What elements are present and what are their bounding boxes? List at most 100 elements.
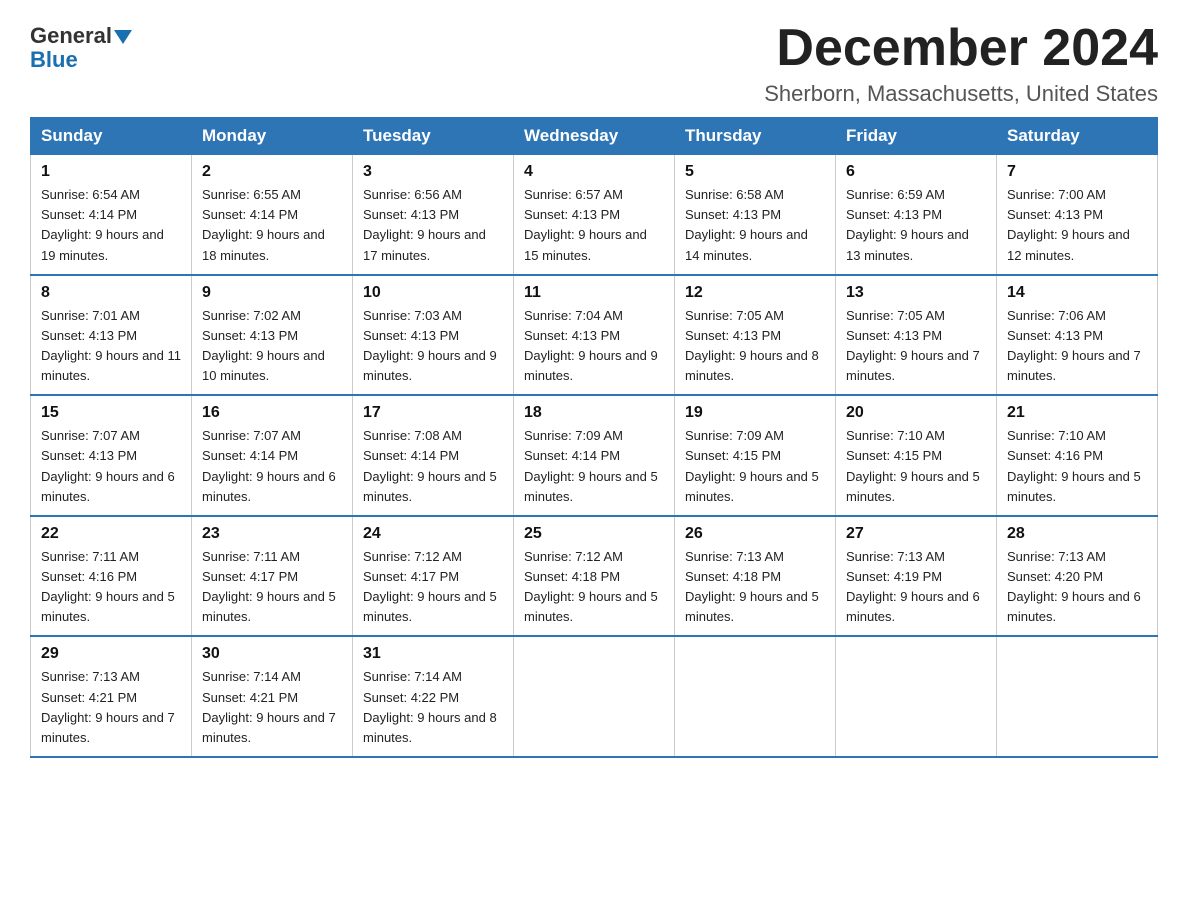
day-info: Sunrise: 7:14 AMSunset: 4:22 PMDaylight:… [363,667,503,748]
day-info: Sunrise: 7:04 AMSunset: 4:13 PMDaylight:… [524,306,664,387]
day-info: Sunrise: 7:01 AMSunset: 4:13 PMDaylight:… [41,306,181,387]
day-info: Sunrise: 7:13 AMSunset: 4:21 PMDaylight:… [41,667,181,748]
day-info: Sunrise: 6:58 AMSunset: 4:13 PMDaylight:… [685,185,825,266]
calendar-day-cell: 12 Sunrise: 7:05 AMSunset: 4:13 PMDayligh… [675,275,836,396]
day-number: 3 [363,163,503,181]
calendar-day-cell: 3 Sunrise: 6:56 AMSunset: 4:13 PMDaylight… [353,155,514,275]
day-number: 13 [846,284,986,302]
calendar-week-row: 29 Sunrise: 7:13 AMSunset: 4:21 PMDayligh… [31,636,1158,757]
calendar-day-cell: 7 Sunrise: 7:00 AMSunset: 4:13 PMDaylight… [997,155,1158,275]
day-number: 19 [685,404,825,422]
calendar-day-cell: 19 Sunrise: 7:09 AMSunset: 4:15 PMDayligh… [675,395,836,516]
day-info: Sunrise: 7:10 AMSunset: 4:16 PMDaylight:… [1007,426,1147,507]
location-title: Sherborn, Massachusetts, United States [764,81,1158,107]
day-info: Sunrise: 7:05 AMSunset: 4:13 PMDaylight:… [846,306,986,387]
calendar-day-cell: 8 Sunrise: 7:01 AMSunset: 4:13 PMDaylight… [31,275,192,396]
calendar-week-row: 15 Sunrise: 7:07 AMSunset: 4:13 PMDayligh… [31,395,1158,516]
day-info: Sunrise: 7:13 AMSunset: 4:20 PMDaylight:… [1007,547,1147,628]
calendar-week-row: 22Sunrise: 7:11 AMSunset: 4:16 PMDayligh… [31,516,1158,637]
day-number: 23 [202,525,342,543]
day-number: 2 [202,163,342,181]
day-number: 17 [363,404,503,422]
day-info: Sunrise: 7:02 AMSunset: 4:13 PMDaylight:… [202,306,342,387]
day-number: 20 [846,404,986,422]
day-number: 21 [1007,404,1147,422]
day-of-week-header: Friday [836,118,997,155]
calendar-day-cell [514,636,675,757]
calendar-day-cell: 1Sunrise: 6:54 AMSunset: 4:14 PMDaylight… [31,155,192,275]
calendar-day-cell: 10Sunrise: 7:03 AMSunset: 4:13 PMDayligh… [353,275,514,396]
day-info: Sunrise: 7:09 AMSunset: 4:15 PMDaylight:… [685,426,825,507]
calendar-day-cell: 15 Sunrise: 7:07 AMSunset: 4:13 PMDayligh… [31,395,192,516]
logo-line1: General [30,25,132,47]
day-info: Sunrise: 7:05 AMSunset: 4:13 PMDaylight:… [685,306,825,387]
day-info: Sunrise: 6:59 AMSunset: 4:13 PMDaylight:… [846,185,986,266]
day-info: Sunrise: 7:00 AMSunset: 4:13 PMDaylight:… [1007,185,1147,266]
day-of-week-header: Sunday [31,118,192,155]
calendar-day-cell: 18Sunrise: 7:09 AMSunset: 4:14 PMDayligh… [514,395,675,516]
day-info: Sunrise: 7:09 AMSunset: 4:14 PMDaylight:… [524,426,664,507]
calendar-day-cell: 4 Sunrise: 6:57 AMSunset: 4:13 PMDaylight… [514,155,675,275]
day-info: Sunrise: 6:54 AMSunset: 4:14 PMDaylight:… [41,185,181,266]
day-number: 4 [524,163,664,181]
calendar-table: SundayMondayTuesdayWednesdayThursdayFrid… [30,117,1158,758]
day-number: 12 [685,284,825,302]
day-info: Sunrise: 7:11 AMSunset: 4:16 PMDaylight:… [41,547,181,628]
day-number: 26 [685,525,825,543]
day-number: 16 [202,404,342,422]
calendar-week-row: 8 Sunrise: 7:01 AMSunset: 4:13 PMDaylight… [31,275,1158,396]
calendar-day-cell: 6 Sunrise: 6:59 AMSunset: 4:13 PMDaylight… [836,155,997,275]
calendar-day-cell [836,636,997,757]
day-info: Sunrise: 6:57 AMSunset: 4:13 PMDaylight:… [524,185,664,266]
calendar-day-cell: 13 Sunrise: 7:05 AMSunset: 4:13 PMDayligh… [836,275,997,396]
day-number: 29 [41,645,181,663]
day-info: Sunrise: 7:12 AMSunset: 4:18 PMDaylight:… [524,547,664,628]
day-number: 5 [685,163,825,181]
day-number: 24 [363,525,503,543]
day-number: 9 [202,284,342,302]
day-of-week-header: Thursday [675,118,836,155]
calendar-day-cell: 16 Sunrise: 7:07 AMSunset: 4:14 PMDayligh… [192,395,353,516]
calendar-day-cell: 27Sunrise: 7:13 AMSunset: 4:19 PMDayligh… [836,516,997,637]
calendar-day-cell: 21 Sunrise: 7:10 AMSunset: 4:16 PMDayligh… [997,395,1158,516]
day-of-week-header: Tuesday [353,118,514,155]
calendar-day-cell: 11 Sunrise: 7:04 AMSunset: 4:13 PMDayligh… [514,275,675,396]
logo-line2: Blue [30,49,78,71]
calendar-day-cell [997,636,1158,757]
day-info: Sunrise: 6:55 AMSunset: 4:14 PMDaylight:… [202,185,342,266]
calendar-day-cell: 20 Sunrise: 7:10 AMSunset: 4:15 PMDayligh… [836,395,997,516]
day-number: 31 [363,645,503,663]
day-number: 8 [41,284,181,302]
calendar-day-cell: 14Sunrise: 7:06 AMSunset: 4:13 PMDayligh… [997,275,1158,396]
day-info: Sunrise: 7:12 AMSunset: 4:17 PMDaylight:… [363,547,503,628]
day-info: Sunrise: 7:13 AMSunset: 4:19 PMDaylight:… [846,547,986,628]
calendar-day-cell: 28 Sunrise: 7:13 AMSunset: 4:20 PMDayligh… [997,516,1158,637]
calendar-day-cell: 17Sunrise: 7:08 AMSunset: 4:14 PMDayligh… [353,395,514,516]
day-number: 25 [524,525,664,543]
day-number: 10 [363,284,503,302]
calendar-day-cell: 26Sunrise: 7:13 AMSunset: 4:18 PMDayligh… [675,516,836,637]
calendar-header-row: SundayMondayTuesdayWednesdayThursdayFrid… [31,118,1158,155]
day-number: 6 [846,163,986,181]
calendar-day-cell: 31 Sunrise: 7:14 AMSunset: 4:22 PMDayligh… [353,636,514,757]
day-number: 11 [524,284,664,302]
calendar-day-cell: 9 Sunrise: 7:02 AMSunset: 4:13 PMDaylight… [192,275,353,396]
day-info: Sunrise: 6:56 AMSunset: 4:13 PMDaylight:… [363,185,503,266]
day-info: Sunrise: 7:07 AMSunset: 4:14 PMDaylight:… [202,426,342,507]
day-info: Sunrise: 7:10 AMSunset: 4:15 PMDaylight:… [846,426,986,507]
day-number: 7 [1007,163,1147,181]
day-info: Sunrise: 7:14 AMSunset: 4:21 PMDaylight:… [202,667,342,748]
day-of-week-header: Saturday [997,118,1158,155]
day-number: 28 [1007,525,1147,543]
day-number: 30 [202,645,342,663]
calendar-day-cell: 5 Sunrise: 6:58 AMSunset: 4:13 PMDaylight… [675,155,836,275]
calendar-week-row: 1Sunrise: 6:54 AMSunset: 4:14 PMDaylight… [31,155,1158,275]
calendar-day-cell: 2 Sunrise: 6:55 AMSunset: 4:14 PMDaylight… [192,155,353,275]
day-of-week-header: Monday [192,118,353,155]
calendar-day-cell: 24 Sunrise: 7:12 AMSunset: 4:17 PMDayligh… [353,516,514,637]
calendar-day-cell [675,636,836,757]
day-info: Sunrise: 7:07 AMSunset: 4:13 PMDaylight:… [41,426,181,507]
calendar-day-cell: 30 Sunrise: 7:14 AMSunset: 4:21 PMDayligh… [192,636,353,757]
calendar-day-cell: 29 Sunrise: 7:13 AMSunset: 4:21 PMDayligh… [31,636,192,757]
day-number: 15 [41,404,181,422]
